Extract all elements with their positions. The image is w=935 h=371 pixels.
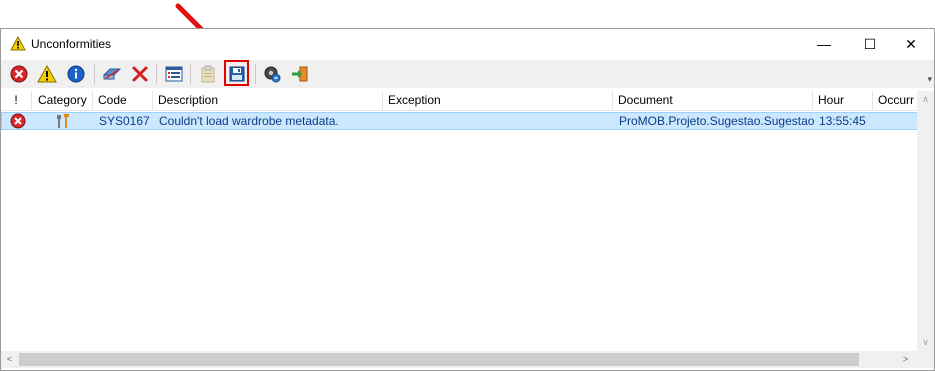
- vertical-scrollbar[interactable]: ∧ ∨: [917, 91, 934, 351]
- unconformities-window: Unconformities — ☐ ✕ ▾ ! Category Code D…: [0, 28, 935, 371]
- scroll-up-icon[interactable]: ∧: [917, 91, 934, 108]
- error-icon: [10, 113, 26, 129]
- toolbar-separator: [156, 64, 157, 84]
- refresh-button[interactable]: [260, 62, 284, 86]
- eraser-icon: [102, 68, 122, 80]
- column-header-document[interactable]: Document: [614, 91, 813, 110]
- title-bar: Unconformities — ☐ ✕: [1, 29, 934, 59]
- exception-cell: [385, 113, 615, 129]
- window-title: Unconformities: [31, 37, 112, 51]
- column-header-hour[interactable]: Hour: [814, 91, 873, 110]
- error-icon: [10, 65, 28, 83]
- hour-cell: 13:55:45: [819, 114, 866, 128]
- occurrences-cell: [875, 113, 917, 129]
- list-details-icon: [165, 66, 183, 82]
- column-header-severity[interactable]: !: [1, 91, 32, 110]
- category-cell: [54, 113, 76, 129]
- details-button[interactable]: [162, 62, 186, 86]
- exit-button[interactable]: [288, 62, 312, 86]
- code-cell: SYS0167: [99, 114, 150, 128]
- toolbar-separator: [94, 64, 95, 84]
- warning-icon: [37, 65, 57, 83]
- close-button[interactable]: ✕: [888, 29, 934, 59]
- toolbar: ▾: [1, 60, 934, 88]
- toolbar-overflow-icon[interactable]: ▾: [927, 74, 932, 85]
- horizontal-scrollbar[interactable]: < >: [1, 351, 934, 368]
- column-header-code[interactable]: Code: [94, 91, 153, 110]
- info-icon: [67, 65, 85, 83]
- clear-filter-button[interactable]: [100, 62, 124, 86]
- column-header-occurrences[interactable]: Occurr: [874, 91, 918, 110]
- column-header-exception[interactable]: Exception: [384, 91, 613, 110]
- description-cell: Couldn't load wardrobe metadata.: [159, 114, 339, 128]
- exit-door-icon: [292, 66, 308, 82]
- scroll-right-icon[interactable]: >: [897, 351, 914, 368]
- scroll-left-icon[interactable]: <: [1, 351, 18, 368]
- column-header-category[interactable]: Category: [34, 91, 93, 110]
- copy-button[interactable]: [196, 62, 220, 86]
- table-row[interactable]: SYS0167 Couldn't load wardrobe metadata.…: [1, 112, 918, 130]
- toolbar-separator: [255, 64, 256, 84]
- show-warnings-button[interactable]: [35, 62, 59, 86]
- clipboard-icon: [201, 65, 215, 83]
- horizontal-scroll-thumb[interactable]: [19, 353, 859, 366]
- scroll-down-icon[interactable]: ∨: [917, 334, 934, 351]
- gear-refresh-icon: [264, 66, 281, 83]
- save-button-highlight: [224, 60, 249, 86]
- maximize-button[interactable]: ☐: [847, 29, 893, 59]
- delete-x-icon: [132, 66, 148, 82]
- tools-icon: [57, 114, 69, 128]
- severity-cell: [10, 113, 30, 129]
- column-header-description[interactable]: Description: [154, 91, 383, 110]
- show-errors-button[interactable]: [7, 62, 31, 86]
- toolbar-separator: [190, 64, 191, 84]
- delete-button[interactable]: [128, 62, 152, 86]
- document-cell: ProMOB.Projeto.Sugestao.Sugestao: [619, 114, 815, 128]
- show-info-button[interactable]: [64, 62, 88, 86]
- warning-icon: [10, 36, 26, 51]
- table-header: ! Category Code Description Exception Do…: [1, 91, 918, 111]
- minimize-button[interactable]: —: [801, 29, 847, 59]
